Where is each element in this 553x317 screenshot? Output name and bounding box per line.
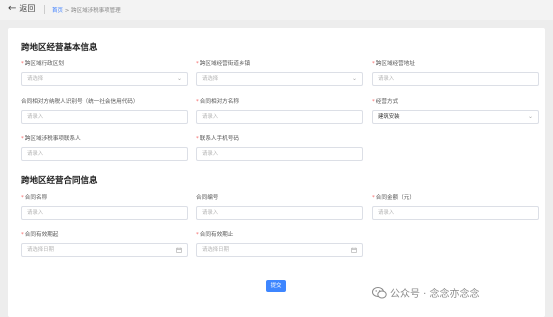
contact-field: *跨区域涉税事项联系人 请录入: [21, 135, 188, 161]
valid-to-label: 合同有效期止: [199, 232, 234, 238]
required-mark: *: [196, 61, 199, 67]
region-placeholder: 请选择: [27, 76, 44, 82]
phone-input[interactable]: 请录入: [196, 147, 363, 161]
street-label: 跨区域经营街道乡镇: [199, 61, 251, 67]
taxpayer-id-input[interactable]: 请录入: [21, 110, 188, 124]
region-field: *跨区域行政区划 请选择 ⌄: [21, 60, 188, 86]
header-divider: [44, 5, 45, 14]
contract-name-label: 合同名称: [24, 195, 48, 201]
street-select[interactable]: 请选择 ⌄: [196, 72, 363, 86]
street-field: *跨区域经营街道乡镇 请选择 ⌄: [196, 60, 363, 86]
chevron-down-icon: ⌄: [351, 75, 357, 82]
breadcrumb-home-link[interactable]: 首页: [52, 8, 63, 14]
taxpayer-id-placeholder: 请录入: [27, 114, 44, 120]
arrow-left-icon: ←: [8, 2, 17, 14]
contact-input[interactable]: 请录入: [21, 147, 188, 161]
contract-no-placeholder: 请录入: [202, 210, 219, 216]
valid-from-field: *合同有效期起 请选择日期: [21, 231, 188, 257]
required-mark: *: [196, 136, 199, 142]
taxpayer-id-field: 合同相对方纳税人识别号（统一社会信用代码） 请录入: [21, 98, 188, 124]
mode-label: 经营方式: [375, 99, 399, 105]
contract-no-label: 合同编号: [196, 195, 219, 201]
required-mark: *: [372, 99, 375, 105]
mode-field: *经营方式 建筑安装 ⌄: [372, 98, 539, 124]
valid-from-label: 合同有效期起: [24, 232, 59, 238]
section-basic-title: 跨地区经营基本信息: [21, 43, 98, 53]
valid-to-placeholder: 请选择日期: [202, 247, 229, 253]
amount-label: 合同金额（元）: [375, 195, 415, 201]
valid-to-field: *合同有效期止 请选择日期: [196, 231, 363, 257]
phone-field: *联系人手机号码 请录入: [196, 135, 363, 161]
contact-label: 跨区域涉税事项联系人: [24, 136, 81, 142]
contract-name-input[interactable]: 请录入: [21, 206, 188, 220]
required-mark: *: [372, 195, 375, 201]
taxpayer-id-label: 合同相对方纳税人识别号（统一社会信用代码）: [21, 99, 139, 105]
breadcrumb-separator: >: [64, 8, 70, 14]
section-contract-title: 跨地区经营合同信息: [21, 176, 98, 186]
phone-placeholder: 请录入: [202, 151, 219, 157]
contract-name-field: *合同名称 请录入: [21, 194, 188, 220]
mode-value: 建筑安装: [378, 114, 400, 120]
valid-from-placeholder: 请选择日期: [27, 247, 54, 253]
watermark: 公众号 · 念念亦念念: [372, 285, 480, 300]
contract-name-placeholder: 请录入: [27, 210, 44, 216]
counterparty-input[interactable]: 请录入: [196, 110, 363, 124]
form-card: 跨地区经营基本信息 *跨区域行政区划 请选择 ⌄ *跨区域经营街道乡镇 请选择 ⌄ …: [8, 28, 545, 317]
back-label: 返回: [19, 4, 36, 13]
submit-button[interactable]: 提交: [266, 280, 286, 292]
required-mark: *: [196, 232, 199, 238]
chevron-down-icon: ⌄: [527, 113, 533, 120]
chevron-down-icon: ⌄: [176, 75, 182, 82]
required-mark: *: [21, 61, 24, 67]
contact-placeholder: 请录入: [27, 151, 44, 157]
amount-input[interactable]: 请录入: [372, 206, 539, 220]
contract-no-field: 合同编号 请录入: [196, 194, 363, 220]
region-select[interactable]: 请选择 ⌄: [21, 72, 188, 86]
required-mark: *: [372, 61, 375, 67]
address-label: 跨区域经营地址: [375, 61, 415, 67]
wechat-icon: [372, 286, 387, 299]
valid-from-date-picker[interactable]: 请选择日期: [21, 243, 188, 257]
required-mark: *: [21, 136, 24, 142]
calendar-icon: [351, 244, 357, 256]
required-mark: *: [196, 99, 199, 105]
breadcrumb: 首页 > 跨区域涉税事项管理: [52, 6, 121, 14]
required-mark: *: [21, 195, 24, 201]
calendar-icon: [176, 244, 182, 256]
amount-field: *合同金额（元） 请录入: [372, 194, 539, 220]
valid-to-date-picker[interactable]: 请选择日期: [196, 243, 363, 257]
counterparty-field: *合同相对方名称 请录入: [196, 98, 363, 124]
breadcrumb-current: 跨区域涉税事项管理: [71, 8, 121, 14]
watermark-text: 公众号 · 念念亦念念: [390, 289, 480, 300]
address-field: *跨区域经营地址 请录入: [372, 60, 539, 86]
top-bar: ← 返回 首页 > 跨区域涉税事项管理: [0, 0, 553, 20]
address-placeholder: 请录入: [378, 76, 395, 82]
contract-no-input[interactable]: 请录入: [196, 206, 363, 220]
mode-select[interactable]: 建筑安装 ⌄: [372, 110, 539, 124]
region-label: 跨区域行政区划: [24, 61, 64, 67]
required-mark: *: [21, 232, 24, 238]
amount-placeholder: 请录入: [378, 210, 395, 216]
counterparty-placeholder: 请录入: [202, 114, 219, 120]
counterparty-label: 合同相对方名称: [199, 99, 239, 105]
phone-label: 联系人手机号码: [199, 136, 239, 142]
street-placeholder: 请选择: [202, 76, 219, 82]
address-input[interactable]: 请录入: [372, 72, 539, 86]
back-button[interactable]: ← 返回: [8, 3, 35, 14]
